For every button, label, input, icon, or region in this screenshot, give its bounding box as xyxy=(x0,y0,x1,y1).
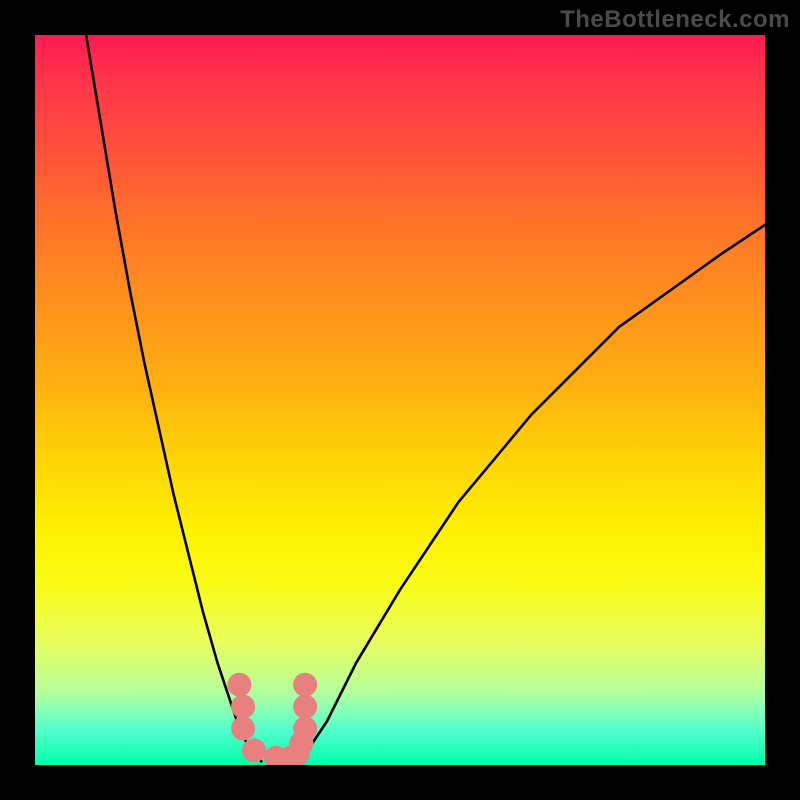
marker-dot xyxy=(227,673,251,697)
watermark-text: TheBottleneck.com xyxy=(560,6,790,34)
marker-dot xyxy=(231,717,255,741)
marker-dot xyxy=(293,695,317,719)
left-curve xyxy=(86,35,261,761)
valley-markers xyxy=(227,673,317,765)
marker-dot xyxy=(293,673,317,697)
plot-area xyxy=(35,35,765,765)
marker-dot xyxy=(242,738,266,762)
marker-dot xyxy=(231,695,255,719)
chart-container: TheBottleneck.com xyxy=(0,0,800,800)
marker-dot xyxy=(293,717,317,741)
right-curve xyxy=(298,225,765,762)
chart-svg xyxy=(35,35,765,765)
